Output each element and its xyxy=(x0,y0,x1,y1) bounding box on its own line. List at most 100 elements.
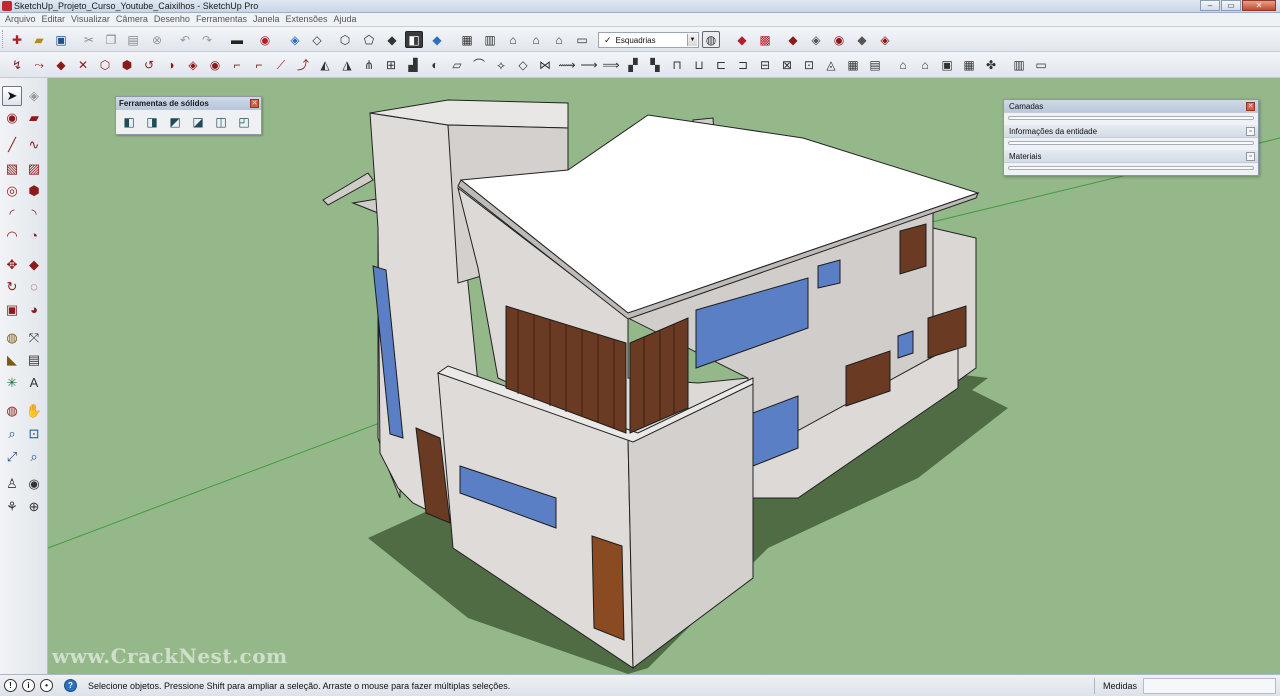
diamond-icon[interactable]: ◇ xyxy=(514,56,532,73)
extrude-icon[interactable]: ⤴ xyxy=(294,56,312,73)
union-icon[interactable]: ◩ xyxy=(166,114,184,131)
hidden-line-style-icon[interactable]: ◆ xyxy=(383,31,401,48)
house-icon[interactable]: ⌂ xyxy=(894,56,912,73)
chevron-down-icon[interactable]: ▼ xyxy=(687,34,697,46)
photo-texture-icon[interactable]: ▩ xyxy=(756,31,774,48)
group-icon[interactable]: ▥ xyxy=(481,31,499,48)
menu-arquivo[interactable]: Arquivo xyxy=(2,13,39,26)
cut-icon[interactable]: ✂ xyxy=(80,31,98,48)
curve-icon[interactable]: ⌒ xyxy=(470,56,488,73)
credits-icon[interactable]: i xyxy=(22,679,35,692)
save-icon[interactable]: ▣ xyxy=(52,31,70,48)
terrain-icon[interactable]: ◆ xyxy=(733,31,751,48)
tray-expand-button[interactable]: ▫ xyxy=(1246,127,1255,136)
arc-icon[interactable]: ◑ xyxy=(162,56,180,73)
menu-ajuda[interactable]: Ajuda xyxy=(331,13,360,26)
sandbox-from-scratch-icon[interactable]: ⤳ xyxy=(30,56,48,73)
house-icon[interactable]: ⌂ xyxy=(504,31,522,48)
house-alt-icon[interactable]: ⌂ xyxy=(916,56,934,73)
outer-shell-icon[interactable]: ◧ xyxy=(120,114,138,131)
minimize-button[interactable]: – xyxy=(1200,0,1220,11)
xray-style-icon[interactable]: ⬡ xyxy=(336,31,354,48)
corner-icon[interactable]: ⌐ xyxy=(228,56,246,73)
erase-icon[interactable]: ⊗ xyxy=(148,31,166,48)
columns-icon[interactable]: ▥ xyxy=(1010,56,1028,73)
dimension-tool-icon[interactable]: ⤧ xyxy=(24,328,44,348)
menu-editar[interactable]: Editar xyxy=(39,13,69,26)
help-icon[interactable]: ? xyxy=(64,679,77,692)
tray-close-button[interactable]: ✕ xyxy=(1246,102,1255,111)
pattern-icon[interactable]: ▞ xyxy=(624,56,642,73)
select-tool-icon[interactable]: ➤ xyxy=(2,86,22,106)
box-dot-icon[interactable]: ⊡ xyxy=(800,56,818,73)
orbit-tool-icon[interactable]: ◍ xyxy=(2,401,22,421)
undo-icon[interactable]: ↶ xyxy=(176,31,194,48)
stairs-icon[interactable]: ▟ xyxy=(404,56,422,73)
close-button[interactable]: ✕ xyxy=(1242,0,1276,11)
iso-view-icon[interactable]: ◈ xyxy=(286,31,304,48)
scene-select[interactable]: ✓ Esquadrias ▼ xyxy=(598,32,699,48)
triangle-icon[interactable]: ◬ xyxy=(822,56,840,73)
note-icon[interactable]: ▭ xyxy=(1032,56,1050,73)
previous-view-icon[interactable]: ⌕ xyxy=(24,447,44,467)
double-arrow-icon[interactable]: ⟹ xyxy=(602,56,620,73)
offset-tool-icon[interactable]: ◕ xyxy=(24,300,44,320)
menu-camera[interactable]: Câmera xyxy=(113,13,151,26)
two-point-arc-icon[interactable]: ◝ xyxy=(24,204,44,224)
new-file-icon[interactable]: ✚ xyxy=(8,31,26,48)
sweep-icon[interactable]: ◮ xyxy=(338,56,356,73)
sketch-icon[interactable]: ◉ xyxy=(830,31,848,48)
round-icon[interactable]: ◐ xyxy=(426,56,444,73)
flower-icon[interactable]: ✤ xyxy=(982,56,1000,73)
add-location-icon[interactable]: ◍ xyxy=(702,31,720,48)
square-icon[interactable]: ▣ xyxy=(938,56,956,73)
pie-tool-icon[interactable]: ◔ xyxy=(24,226,44,246)
paint-bucket-icon[interactable]: ◉ xyxy=(2,108,22,128)
zoom-tool-icon[interactable]: ⌕ xyxy=(2,424,22,444)
freehand-tool-icon[interactable]: ∿ xyxy=(24,135,44,155)
trim-icon[interactable]: ◫ xyxy=(212,114,230,131)
circle-icon[interactable]: ◉ xyxy=(206,56,224,73)
print-icon[interactable]: ▬ xyxy=(228,31,246,48)
cap-icon[interactable]: ⊓ xyxy=(668,56,686,73)
wireframe-style-icon[interactable]: ⬠ xyxy=(360,31,378,48)
pattern-alt-icon[interactable]: ▚ xyxy=(646,56,664,73)
measurements-input[interactable] xyxy=(1143,678,1276,694)
axes-tool-icon[interactable]: ✳ xyxy=(2,373,22,393)
user-icon[interactable]: • xyxy=(40,679,53,692)
textured-style-icon[interactable]: ◆ xyxy=(428,31,446,48)
polygon-tool-icon[interactable]: ⬢ xyxy=(24,181,44,201)
eraser-icon[interactable]: ▰ xyxy=(24,108,44,128)
line-icon[interactable]: ⟋ xyxy=(272,56,290,73)
redo-icon[interactable]: ↷ xyxy=(198,31,216,48)
box-x-icon[interactable]: ⊠ xyxy=(778,56,796,73)
box-minus-icon[interactable]: ⊟ xyxy=(756,56,774,73)
rotated-rectangle-icon[interactable]: ▨ xyxy=(24,159,44,179)
push-pull-icon[interactable]: ◆ xyxy=(24,255,44,275)
tray-expand-button[interactable]: ▫ xyxy=(1246,152,1255,161)
menu-desenho[interactable]: Desenho xyxy=(151,13,193,26)
copy-icon[interactable]: ❐ xyxy=(102,31,120,48)
loft-icon[interactable]: ◭ xyxy=(316,56,334,73)
bracket-left-icon[interactable]: ⊏ xyxy=(712,56,730,73)
rotate-tool-icon[interactable]: ↻ xyxy=(2,277,22,297)
intersect-icon[interactable]: ◨ xyxy=(143,114,161,131)
model-info-icon[interactable]: ◉ xyxy=(256,31,274,48)
grid-small-icon[interactable]: ▦ xyxy=(960,56,978,73)
move-tool-icon[interactable]: ✥ xyxy=(2,255,22,275)
add-detail-icon[interactable]: ⬢ xyxy=(118,56,136,73)
menu-ferramentas[interactable]: Ferramentas xyxy=(193,13,250,26)
3d-text-icon[interactable]: A xyxy=(24,373,44,393)
warehouse-icon[interactable]: ⌂ xyxy=(527,31,545,48)
menu-visualizar[interactable]: Visualizar xyxy=(68,13,113,26)
rows-icon[interactable]: ▤ xyxy=(866,56,884,73)
grid-icon[interactable]: ⊞ xyxy=(382,56,400,73)
solid-tools-toolbar[interactable]: Ferramentas de sólidos ✕ ◧ ◨ ◩ ◪ ◫ ◰ xyxy=(115,96,262,135)
follow-me-icon[interactable]: ◌ xyxy=(24,277,44,297)
tray-panel-materials[interactable]: Materiais ▫ xyxy=(1004,150,1258,175)
extension-icon[interactable]: ◈ xyxy=(876,31,894,48)
pan-tool-icon[interactable]: ✋ xyxy=(24,401,44,421)
corner-alt-icon[interactable]: ⌐ xyxy=(250,56,268,73)
sandbox-from-contours-icon[interactable]: ↯ xyxy=(8,56,26,73)
walk-tool-icon[interactable]: ⚘ xyxy=(2,497,22,517)
